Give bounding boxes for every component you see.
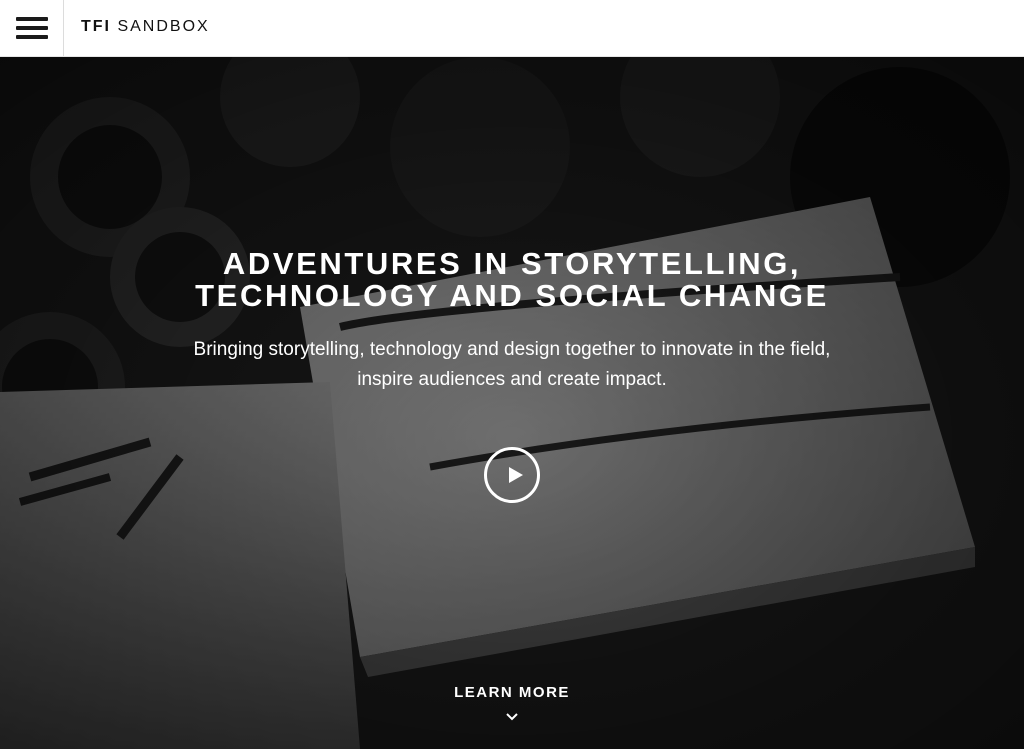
play-video-button[interactable] (484, 447, 540, 503)
learn-more-button[interactable]: LEARN MORE (412, 679, 612, 731)
hero-section: ADVENTURES IN STORYTELLING, TECHNOLOGY A… (0, 57, 1024, 749)
hero-title-line-2: TECHNOLOGY AND SOCIAL CHANGE (195, 278, 829, 313)
learn-more-label: LEARN MORE (454, 684, 570, 701)
chevron-down-icon (506, 713, 518, 721)
hero-subtitle: Bringing storytelling, technology and de… (0, 335, 1024, 395)
hero-title: ADVENTURES IN STORYTELLING, TECHNOLOGY A… (0, 248, 1024, 312)
hamburger-menu-button[interactable] (0, 0, 64, 56)
hero-subtitle-line-2: inspire audiences and create impact. (357, 369, 667, 390)
hero-subtitle-line-1: Bringing storytelling, technology and de… (193, 339, 831, 360)
hero-background-image (0, 57, 1024, 749)
brand-light: SANDBOX (117, 18, 210, 35)
play-icon (509, 467, 523, 483)
brand-bold: TFI (81, 18, 111, 35)
site-header: TFI SANDBOX (0, 0, 1024, 57)
hero-title-line-1: ADVENTURES IN STORYTELLING, (222, 246, 802, 281)
site-logo[interactable]: TFI SANDBOX (81, 18, 210, 36)
